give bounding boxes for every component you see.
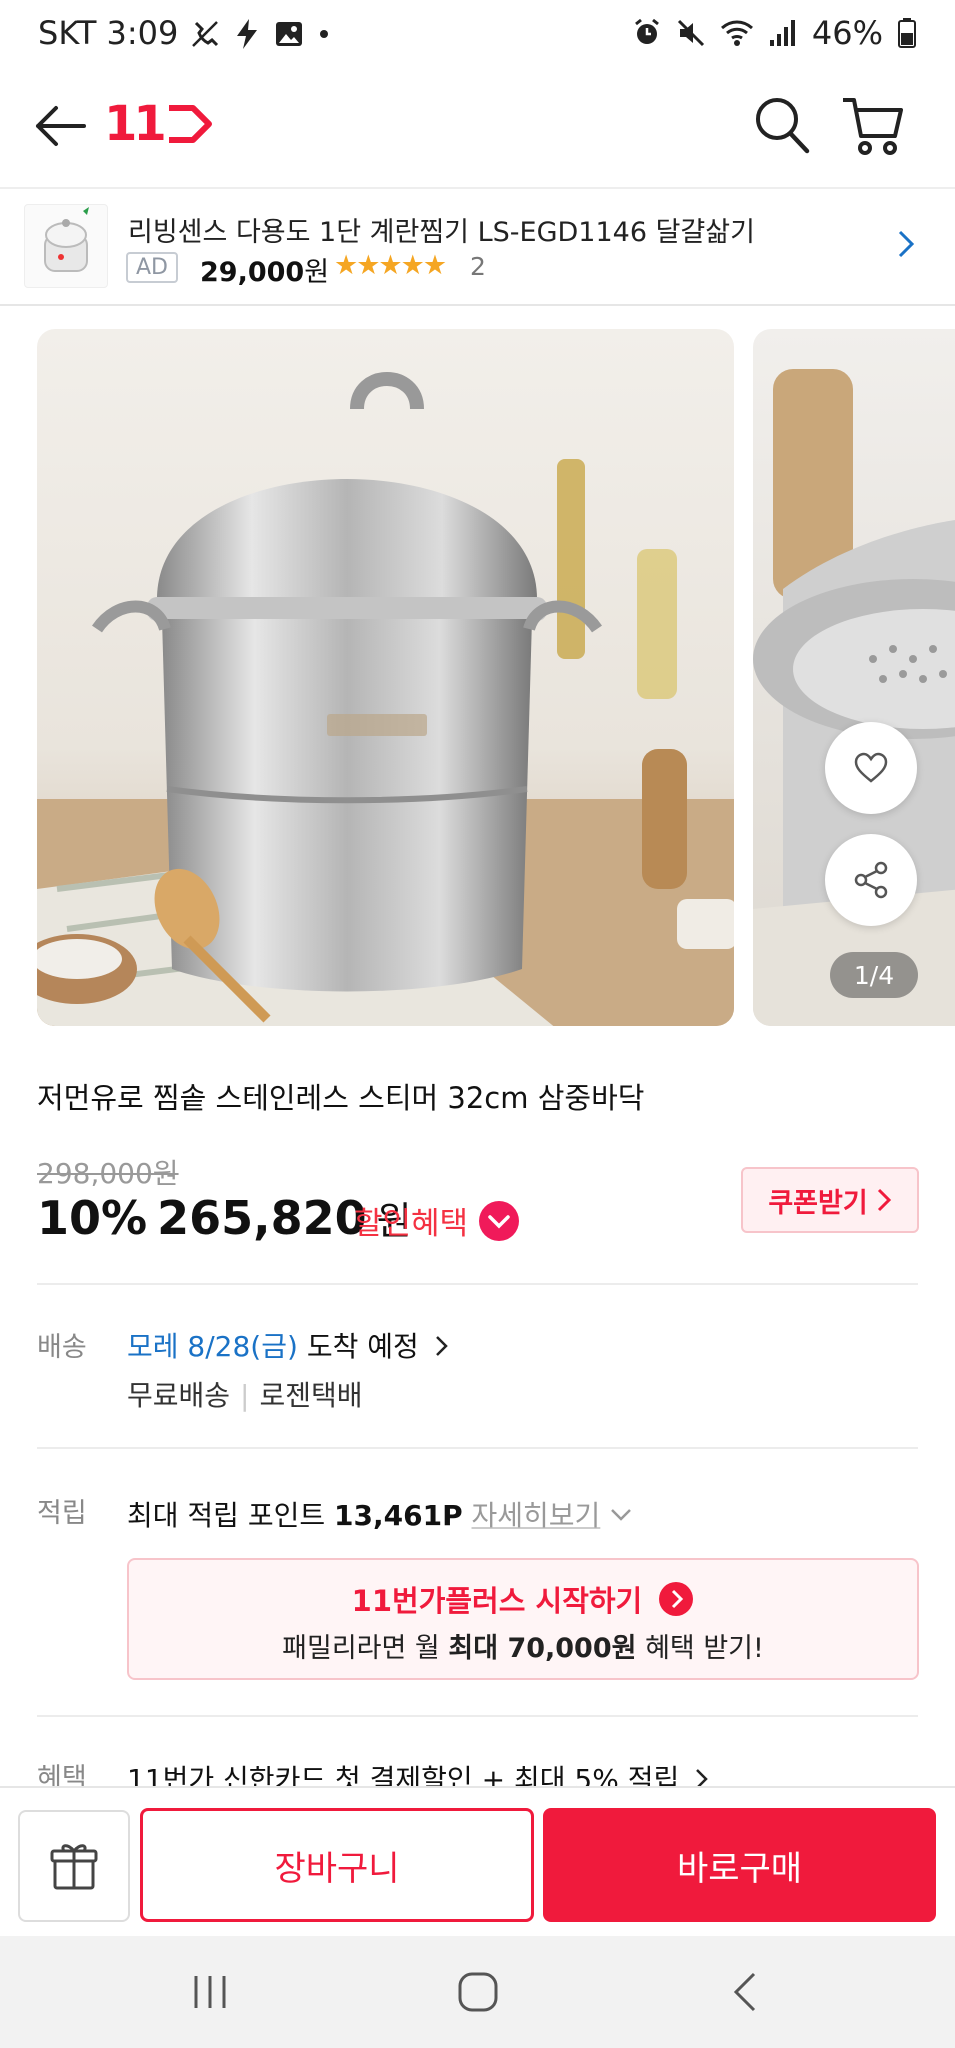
points-label: 적립 bbox=[37, 1498, 87, 1529]
ad-price-value: 29,000 bbox=[200, 257, 305, 288]
product-image-main[interactable] bbox=[37, 329, 734, 1026]
chevron-down-circle-icon bbox=[479, 1200, 520, 1241]
ad-rating-stars: ★★★★★ bbox=[334, 250, 447, 281]
product-title: 저먼유로 찜솥 스테인레스 스티머 32cm 삼중바닥 bbox=[37, 1081, 645, 1115]
ad-product-thumbnail bbox=[24, 204, 108, 288]
shipping-arrival[interactable]: 모레 8/28(금) 도착 예정 bbox=[127, 1325, 450, 1365]
back-arrow-icon[interactable] bbox=[32, 102, 88, 150]
status-system-icons: 46% bbox=[632, 14, 917, 52]
shipping-details: 무료배송 | 로젠택배 bbox=[127, 1374, 363, 1414]
points-text: 최대 적립 포인트 bbox=[127, 1499, 326, 1532]
ad-price: 29,000원 bbox=[200, 250, 329, 289]
no-call-icon bbox=[192, 21, 219, 47]
status-notification-icons bbox=[190, 18, 330, 50]
system-navigation-bar bbox=[0, 1936, 955, 2048]
dot-icon bbox=[320, 30, 328, 38]
points-info: 최대 적립 포인트 13,461P 자세히보기 bbox=[127, 1494, 633, 1534]
share-button[interactable] bbox=[825, 834, 917, 926]
discount-rate: 10% bbox=[37, 1191, 148, 1245]
bottom-action-bar: 장바구니 바로구매 bbox=[0, 1786, 955, 1938]
divider bbox=[37, 1283, 918, 1285]
home-icon[interactable] bbox=[456, 1970, 500, 2014]
chevron-right-icon bbox=[898, 230, 915, 258]
points-amount: 13,461P bbox=[334, 1499, 463, 1532]
plus-sub-suffix: 혜택 받기! bbox=[645, 1633, 764, 1664]
ad-title: 리빙센스 다용도 1단 계란찜기 LS-EGD1146 달걀삶기 bbox=[128, 217, 755, 248]
heart-icon bbox=[854, 752, 888, 783]
discount-benefit-label: 할인혜택 bbox=[354, 1206, 469, 1242]
chevron-right-icon bbox=[435, 1336, 448, 1356]
gift-icon bbox=[50, 1844, 98, 1890]
signal-icon bbox=[769, 20, 795, 46]
chevron-down-icon[interactable] bbox=[609, 1507, 633, 1523]
egg-steamer-image bbox=[44, 207, 89, 272]
original-price: 298,000원 bbox=[37, 1157, 179, 1190]
search-icon[interactable] bbox=[752, 94, 812, 156]
chevron-right-circle-icon bbox=[659, 1582, 694, 1616]
ad-review-count: 2 bbox=[470, 252, 486, 281]
mute-icon bbox=[677, 19, 704, 47]
buy-now-button[interactable]: 바로구매 bbox=[543, 1808, 936, 1922]
plus-title-row: 11번가플러스 시작하기 bbox=[129, 1578, 917, 1620]
status-bar: SKT 3:09 46% bbox=[0, 0, 955, 72]
ad-tag: AD bbox=[126, 252, 178, 283]
ad-banner[interactable]: 리빙센스 다용도 1단 계란찜기 LS-EGD1146 달걀삶기 AD 29,0… bbox=[0, 188, 955, 306]
app-header: 11 bbox=[0, 72, 955, 189]
logo-text: 11 bbox=[104, 96, 167, 152]
coupon-label: 쿠폰받기 bbox=[768, 1187, 868, 1219]
battery-percent: 46% bbox=[811, 14, 883, 52]
sale-price: 265,820 bbox=[157, 1191, 367, 1245]
points-detail-link[interactable]: 자세히보기 bbox=[472, 1499, 601, 1532]
separator: | bbox=[240, 1379, 250, 1412]
divider bbox=[37, 1447, 918, 1449]
plus-sub-prefix: 패밀리라면 월 bbox=[282, 1633, 440, 1664]
add-to-cart-button[interactable]: 장바구니 bbox=[140, 1808, 534, 1922]
image-counter: 1/4 bbox=[830, 952, 918, 998]
recent-apps-icon[interactable] bbox=[190, 1972, 230, 2012]
logo-arrow-icon bbox=[168, 105, 212, 143]
ad-price-currency: 원 bbox=[304, 257, 330, 288]
wishlist-button[interactable] bbox=[825, 722, 917, 814]
plus-membership-banner[interactable]: 11번가플러스 시작하기 패밀리라면 월 최대 70,000원 혜택 받기! bbox=[127, 1558, 919, 1680]
chevron-right-icon bbox=[877, 1188, 891, 1212]
shipping-label: 배송 bbox=[37, 1332, 87, 1363]
free-shipping: 무료배송 bbox=[127, 1379, 231, 1412]
wifi-icon bbox=[720, 20, 753, 46]
image-icon bbox=[276, 22, 302, 46]
cart-icon[interactable] bbox=[840, 92, 906, 158]
battery-icon bbox=[898, 18, 916, 48]
plus-sub-bold: 최대 70,000원 bbox=[448, 1633, 637, 1664]
steamer-pot-image bbox=[37, 329, 734, 1026]
lightning-icon bbox=[237, 19, 257, 49]
shipping-carrier: 로젠택배 bbox=[259, 1379, 363, 1412]
status-time: SKT 3:09 bbox=[38, 14, 179, 52]
divider bbox=[37, 1715, 918, 1717]
plus-title: 11번가플러스 시작하기 bbox=[351, 1584, 643, 1618]
alarm-icon bbox=[634, 18, 659, 44]
plus-subtitle: 패밀리라면 월 최대 70,000원 혜택 받기! bbox=[129, 1626, 917, 1665]
back-icon[interactable] bbox=[730, 1970, 760, 2014]
share-icon bbox=[854, 861, 888, 899]
gift-button[interactable] bbox=[18, 1810, 130, 1922]
eleven-street-logo[interactable]: 11 bbox=[104, 96, 215, 152]
shipping-arrival-text: 도착 예정 bbox=[306, 1330, 419, 1363]
discount-benefit-toggle[interactable]: 할인혜택 bbox=[354, 1198, 520, 1243]
coupon-button[interactable]: 쿠폰받기 bbox=[741, 1167, 919, 1233]
shipping-date: 모레 8/28(금) bbox=[127, 1330, 298, 1363]
